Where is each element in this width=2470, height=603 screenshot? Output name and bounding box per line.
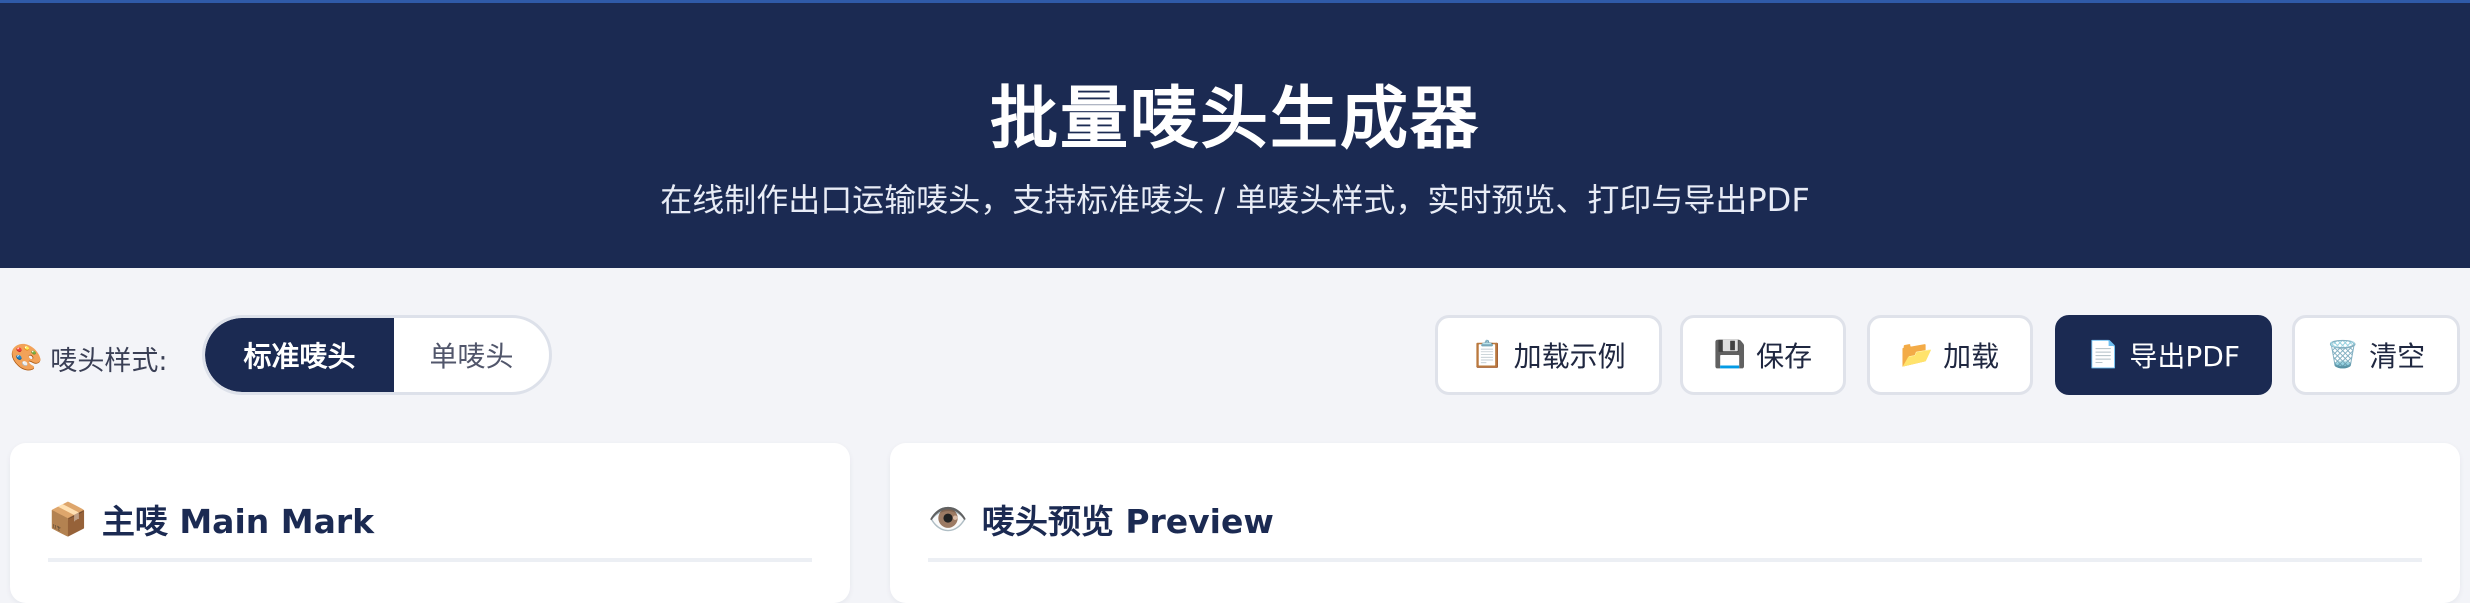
page-header: 批量唛头生成器 在线制作出口运输唛头，支持标准唛头 / 单唛头样式，实时预览、打… (0, 0, 2470, 268)
main-mark-panel: 📦 主唛 Main Mark (10, 443, 850, 603)
clear-button[interactable]: 🗑️ 清空 (2292, 315, 2460, 395)
export-pdf-button[interactable]: 📄 导出PDF (2055, 315, 2272, 395)
save-button[interactable]: 💾 保存 (1680, 315, 1846, 395)
document-icon: 📄 (2087, 340, 2120, 370)
save-label: 保存 (1756, 340, 1813, 373)
package-icon: 📦 (48, 500, 88, 538)
style-option-single[interactable]: 单唛头 (394, 318, 549, 392)
main-mark-panel-title: 📦 主唛 Main Mark (48, 495, 374, 543)
export-pdf-label: 导出PDF (2129, 340, 2240, 373)
trash-icon: 🗑️ (2326, 340, 2360, 370)
load-example-button[interactable]: 📋 加载示例 (1435, 315, 1662, 395)
folder-icon: 📂 (1900, 340, 1934, 370)
clipboard-icon: 📋 (1471, 340, 1504, 370)
load-label: 加载 (1943, 340, 2000, 373)
clear-label: 清空 (2369, 340, 2426, 373)
style-label-text: 唛头样式: (50, 345, 168, 377)
preview-panel: 👁️ 唛头预览 Preview (890, 443, 2460, 603)
palette-icon: 🎨 (10, 343, 43, 373)
style-selector-label: 🎨 唛头样式: (10, 338, 167, 378)
eye-icon: 👁️ (928, 500, 968, 538)
panel-divider (48, 558, 812, 562)
toolbar: 🎨 唛头样式: 标准唛头 单唛头 📋 加载示例 💾 保存 📂 加载 📄 导出PD… (0, 268, 2470, 440)
load-button[interactable]: 📂 加载 (1867, 315, 2033, 395)
floppy-disk-icon: 💾 (1713, 340, 1747, 370)
main-mark-title-text: 主唛 Main Mark (101, 502, 375, 541)
style-toggle: 标准唛头 单唛头 (202, 315, 552, 395)
preview-title-text: 唛头预览 Preview (981, 502, 1274, 541)
panel-divider (928, 558, 2422, 562)
load-example-label: 加载示例 (1513, 340, 1626, 373)
preview-panel-title: 👁️ 唛头预览 Preview (928, 495, 1274, 543)
page-title: 批量唛头生成器 (989, 80, 1480, 159)
page-subtitle: 在线制作出口运输唛头，支持标准唛头 / 单唛头样式，实时预览、打印与导出PDF (660, 181, 1810, 219)
style-option-standard[interactable]: 标准唛头 (205, 318, 394, 392)
